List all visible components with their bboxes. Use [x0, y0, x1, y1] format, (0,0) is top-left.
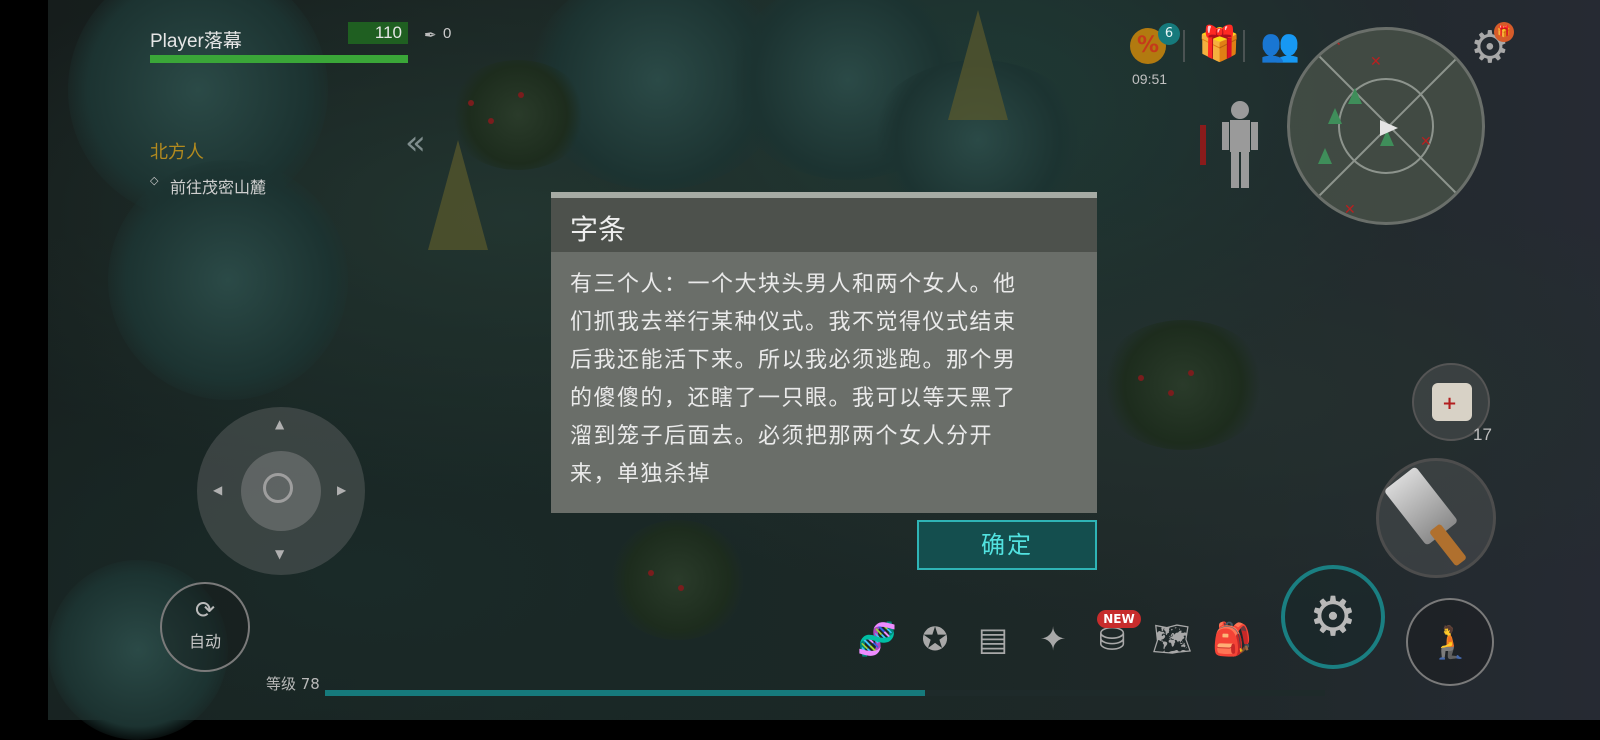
collapse-arrow-icon[interactable]: « — [405, 123, 426, 163]
attack-button[interactable] — [1376, 458, 1496, 578]
new-badge: NEW — [1097, 610, 1141, 628]
joystick-knob[interactable] — [241, 451, 321, 531]
player-name: Player落幕 — [150, 31, 242, 52]
movement-joystick[interactable]: ▲ ▼ ◀ ▶ — [197, 407, 365, 575]
discount-badge: 6 — [1158, 23, 1180, 45]
enemy-marker-icon: ✕ — [1344, 202, 1356, 218]
diamond-icon: ◇ — [150, 174, 159, 187]
quest-title[interactable]: 北方人 — [150, 138, 204, 164]
settings-badge: 🎁 — [1494, 22, 1514, 42]
arrow-left-icon: ◀ — [213, 483, 223, 497]
compass-icon[interactable]: ✦ — [1031, 617, 1075, 661]
dialog-title: 字条 — [570, 213, 627, 246]
journal-icon[interactable]: ▤ — [971, 617, 1015, 661]
divider — [1243, 30, 1245, 62]
enemy-marker-icon: ✕ — [1330, 34, 1342, 50]
friends-icon[interactable]: 👥 — [1260, 26, 1300, 64]
medkit-count: 17 — [1473, 425, 1492, 444]
arrow-up-icon: ▲ — [275, 417, 285, 431]
quest-task[interactable]: 前往茂密山麓 — [170, 174, 266, 198]
auto-label: 自动 — [188, 632, 221, 651]
level-label: 等级 78 — [266, 675, 320, 693]
clan-icon[interactable]: ✪ — [913, 617, 957, 661]
crafting-gear-button[interactable]: ⚙ — [1281, 565, 1385, 669]
auto-button[interactable]: ⟳ 自动 — [160, 582, 250, 672]
dialog-line: 的傻傻的，还瞎了一只眼。我可以等天黑了 — [570, 386, 1017, 411]
backpack-icon[interactable]: 🎒 — [1210, 617, 1254, 661]
dialog-header — [551, 198, 1097, 252]
xp-fill — [325, 690, 925, 696]
map-icon[interactable]: 🗺 — [1150, 617, 1194, 661]
minimap[interactable]: ✕ ✕ ✕ ✕ — [1287, 27, 1485, 225]
dialog-line: 有三个人：一个大块头男人和两个女人。他 — [570, 272, 1017, 297]
cross-icon: + — [1442, 393, 1458, 414]
dialog-line: 们抓我去举行某种仪式。我不觉得仪式结束 — [570, 310, 1017, 335]
arrow-down-icon: ▼ — [275, 547, 285, 561]
dialog-line: 来，单独杀掉 — [570, 462, 712, 487]
health-value: 110 — [348, 22, 408, 44]
player-marker-icon — [1380, 120, 1398, 136]
confirm-button[interactable]: 确定 — [917, 520, 1097, 570]
dialog-line: 溜到笼子后面去。必须把那两个女人分开 — [570, 424, 994, 449]
timer: 09:51 — [1132, 71, 1168, 87]
arrow-right-icon: ▶ — [337, 483, 347, 497]
kill-icon: ✒ — [424, 26, 437, 44]
weapon-durability-icon — [1200, 125, 1206, 165]
refresh-icon: ⟳ — [194, 596, 216, 624]
enemy-marker-icon: ✕ — [1370, 54, 1382, 70]
character-icon — [1222, 101, 1258, 188]
note-dialog: 字条 有三个人：一个大块头男人和两个女人。他 们抓我去举行某种仪式。我不觉得仪式… — [551, 192, 1097, 513]
xp-bar — [325, 690, 1325, 696]
enemy-marker-icon: ✕ — [1420, 134, 1432, 150]
dialog-body: 有三个人：一个大块头男人和两个女人。他 们抓我去举行某种仪式。我不觉得仪式结束 … — [570, 266, 1070, 494]
gift-icon[interactable]: 🎁 — [1198, 24, 1240, 64]
dna-icon[interactable]: 🧬 — [855, 617, 899, 661]
health-bar — [150, 55, 408, 63]
sneak-button[interactable]: 🧎 — [1406, 598, 1494, 686]
dialog-line: 后我还能活下来。所以我必须逃跑。那个男 — [570, 348, 1017, 373]
cleaver-handle — [1428, 523, 1468, 567]
kill-count: 0 — [443, 25, 452, 42]
divider — [1183, 30, 1185, 62]
joystick-center-icon — [263, 473, 293, 503]
